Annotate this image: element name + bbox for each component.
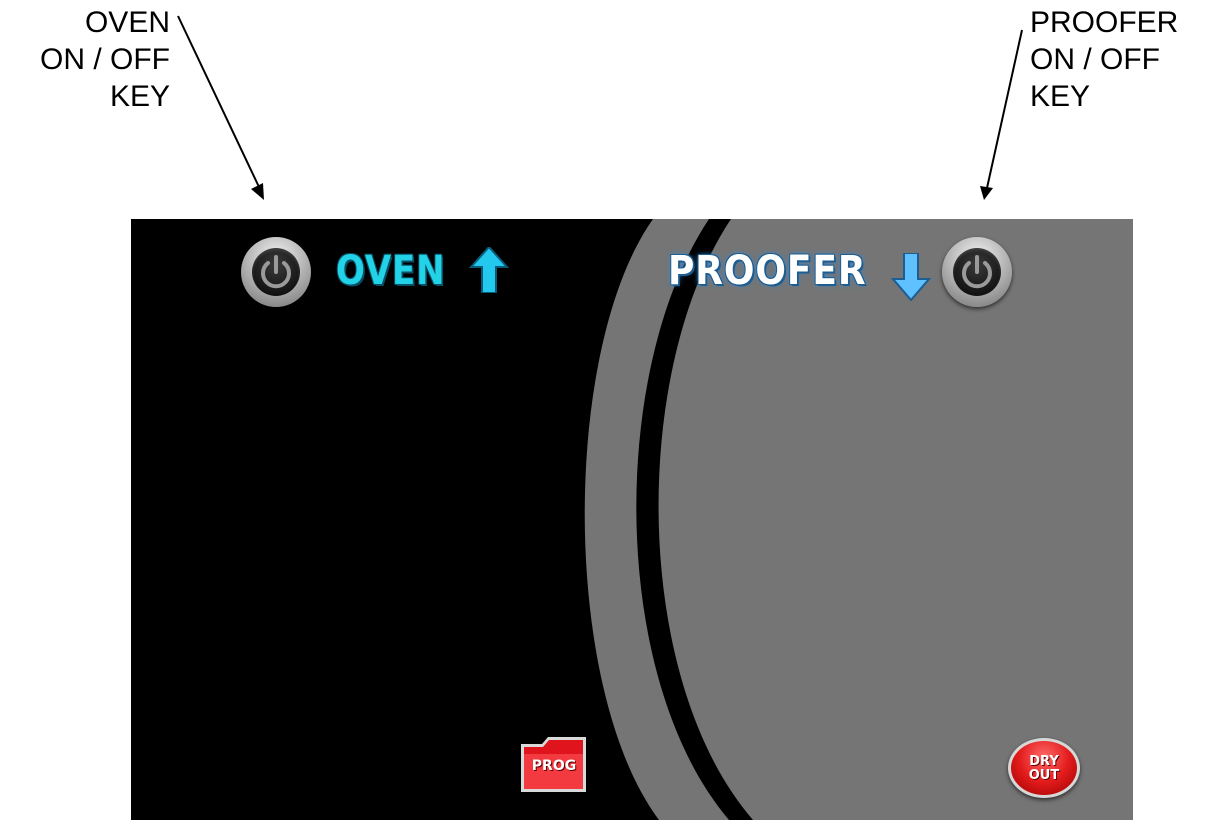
oven-title: OVEN [336, 248, 446, 294]
callout-line: KEY [1030, 80, 1091, 113]
callout-line: ON / OFF [40, 43, 170, 76]
dry-out-label-line: DRY [1029, 754, 1059, 769]
dry-out-label-line: OUT [1028, 768, 1060, 783]
power-icon [962, 255, 992, 289]
proofer-key-callout: PROOFER ON / OFF KEY [1030, 4, 1178, 115]
callout-line: OVEN [84, 6, 170, 39]
proofer-callout-arrow [986, 29, 1023, 189]
dry-out-button[interactable]: DRY OUT [1008, 738, 1080, 798]
touch-screen: OVEN PROOFER PROG DRY OUT [131, 219, 1133, 820]
callout-line: PROOFER [1030, 6, 1179, 39]
oven-arrowhead [251, 183, 264, 200]
proofer-title: PROOFER [668, 248, 867, 294]
diagram-page: OVEN ON / OFF KEY PROOFER ON / OFF KEY O… [0, 0, 1219, 820]
screen-background [131, 219, 1133, 820]
proofer-power-button[interactable] [942, 237, 1012, 307]
callout-line: ON / OFF [1030, 43, 1160, 76]
callout-line: KEY [109, 80, 170, 113]
prog-label: PROG [531, 758, 577, 774]
oven-key-callout: OVEN ON / OFF KEY [0, 4, 170, 115]
arrow-up-icon [469, 247, 509, 293]
oven-power-button[interactable] [241, 237, 311, 307]
prog-button[interactable]: PROG [518, 734, 590, 796]
arrow-down-icon [891, 253, 931, 301]
oven-callout-arrow [177, 15, 260, 188]
proofer-arrowhead [980, 186, 993, 200]
proofer-panel [658, 219, 1133, 820]
power-icon [261, 255, 291, 289]
